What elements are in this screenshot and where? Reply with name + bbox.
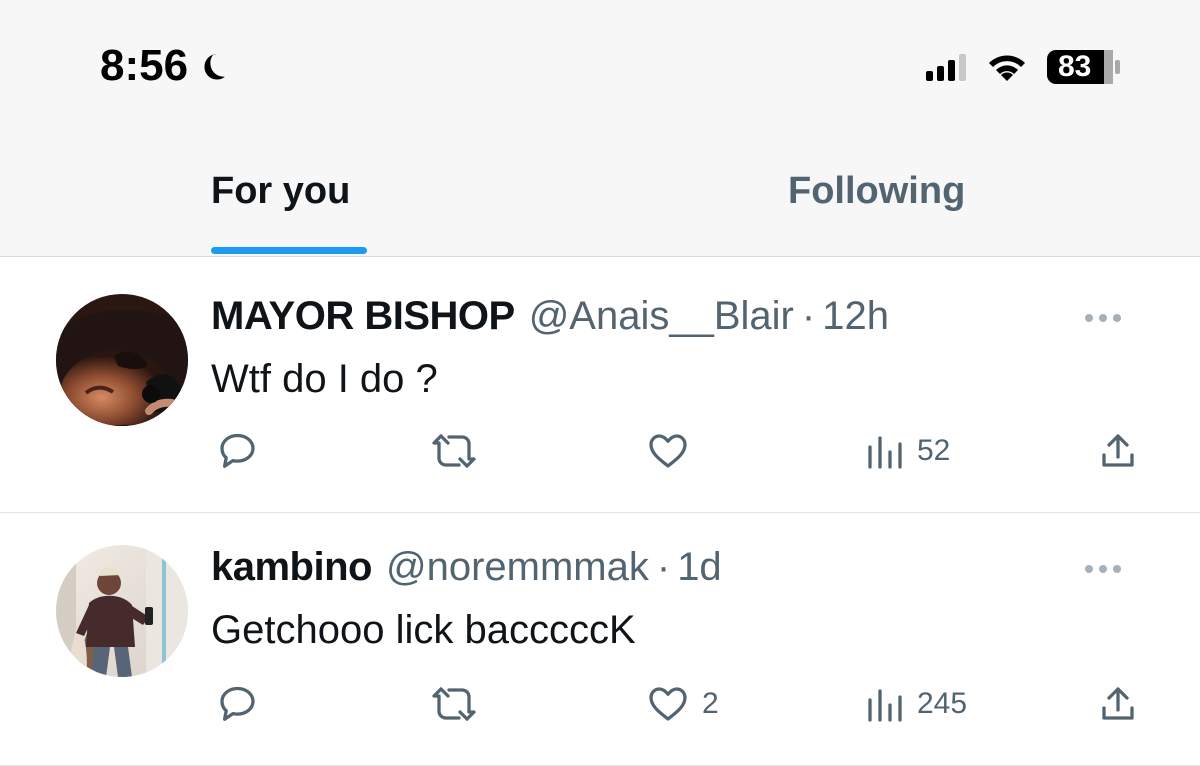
view-count: 245 xyxy=(917,687,968,720)
share-button[interactable] xyxy=(1097,683,1139,725)
tweet-card[interactable]: kambino @noremmmak · 1d Getchooo lick ba… xyxy=(0,513,1200,766)
signal-icon xyxy=(926,54,966,81)
meta-separator: · xyxy=(801,294,816,338)
moon-icon xyxy=(204,54,225,80)
tweet-time[interactable]: 12h xyxy=(822,296,889,336)
battery-percentage: 83 xyxy=(1058,50,1092,83)
analytics-icon xyxy=(868,436,902,469)
reply-button[interactable] xyxy=(217,683,271,725)
tweet-time[interactable]: 1d xyxy=(677,547,722,587)
wifi-icon xyxy=(989,55,1025,81)
reply-icon xyxy=(220,433,255,468)
retweet-icon xyxy=(432,687,476,721)
battery-icon: 83 xyxy=(1046,48,1122,86)
reply-button[interactable] xyxy=(217,430,271,472)
status-right-icons: 83 xyxy=(926,48,1122,86)
display-name[interactable]: kambino xyxy=(211,547,372,587)
view-count: 52 xyxy=(917,434,951,467)
more-options-icon[interactable] xyxy=(1084,563,1122,575)
tweet-actions: 52 xyxy=(0,430,1200,472)
views-button[interactable]: 245 xyxy=(865,683,967,725)
more-options-icon[interactable] xyxy=(1084,312,1122,324)
display-name[interactable]: MAYOR BISHOP xyxy=(211,296,515,336)
share-icon xyxy=(1102,687,1134,720)
avatar[interactable] xyxy=(56,294,188,426)
reply-icon xyxy=(220,686,255,721)
heart-icon xyxy=(649,434,687,468)
avatar[interactable] xyxy=(56,545,188,677)
status-time-group: 8:56 xyxy=(100,44,228,88)
tweet-text: Wtf do I do ? xyxy=(211,357,438,401)
tab-for-you[interactable]: For you xyxy=(211,172,350,210)
retweet-button[interactable] xyxy=(430,430,490,472)
tweet-actions: 2 245 xyxy=(0,683,1200,725)
tab-following[interactable]: Following xyxy=(788,172,965,210)
like-button[interactable]: 2 xyxy=(646,683,719,725)
tweet-text: Getchooo lick bacccccK xyxy=(211,608,636,652)
views-button[interactable]: 52 xyxy=(865,430,950,472)
user-handle[interactable]: @Anais__Blair xyxy=(529,296,794,336)
status-bar: 8:56 83 xyxy=(0,0,1200,120)
like-count: 2 xyxy=(702,687,719,720)
analytics-icon xyxy=(868,689,902,722)
tweet-header: kambino @noremmmak · 1d xyxy=(211,547,722,587)
meta-separator: · xyxy=(656,545,671,589)
share-button[interactable] xyxy=(1097,430,1139,472)
like-button[interactable] xyxy=(646,430,702,472)
heart-icon xyxy=(649,687,687,721)
status-time: 8:56 xyxy=(100,41,189,90)
twitter-home-screen: 8:56 83 For you Following MAYOR BISHOP @… xyxy=(0,0,1200,766)
retweet-button[interactable] xyxy=(430,683,490,725)
share-icon xyxy=(1102,434,1134,467)
active-tab-indicator xyxy=(211,247,367,254)
tweet-header: MAYOR BISHOP @Anais__Blair · 12h xyxy=(211,296,889,336)
timeline-tabs: For you Following xyxy=(0,120,1200,256)
tab-divider xyxy=(0,256,1200,257)
retweet-icon xyxy=(432,434,476,468)
tweet-card[interactable]: MAYOR BISHOP @Anais__Blair · 12h Wtf do … xyxy=(0,262,1200,512)
user-handle[interactable]: @noremmmak xyxy=(386,547,649,587)
